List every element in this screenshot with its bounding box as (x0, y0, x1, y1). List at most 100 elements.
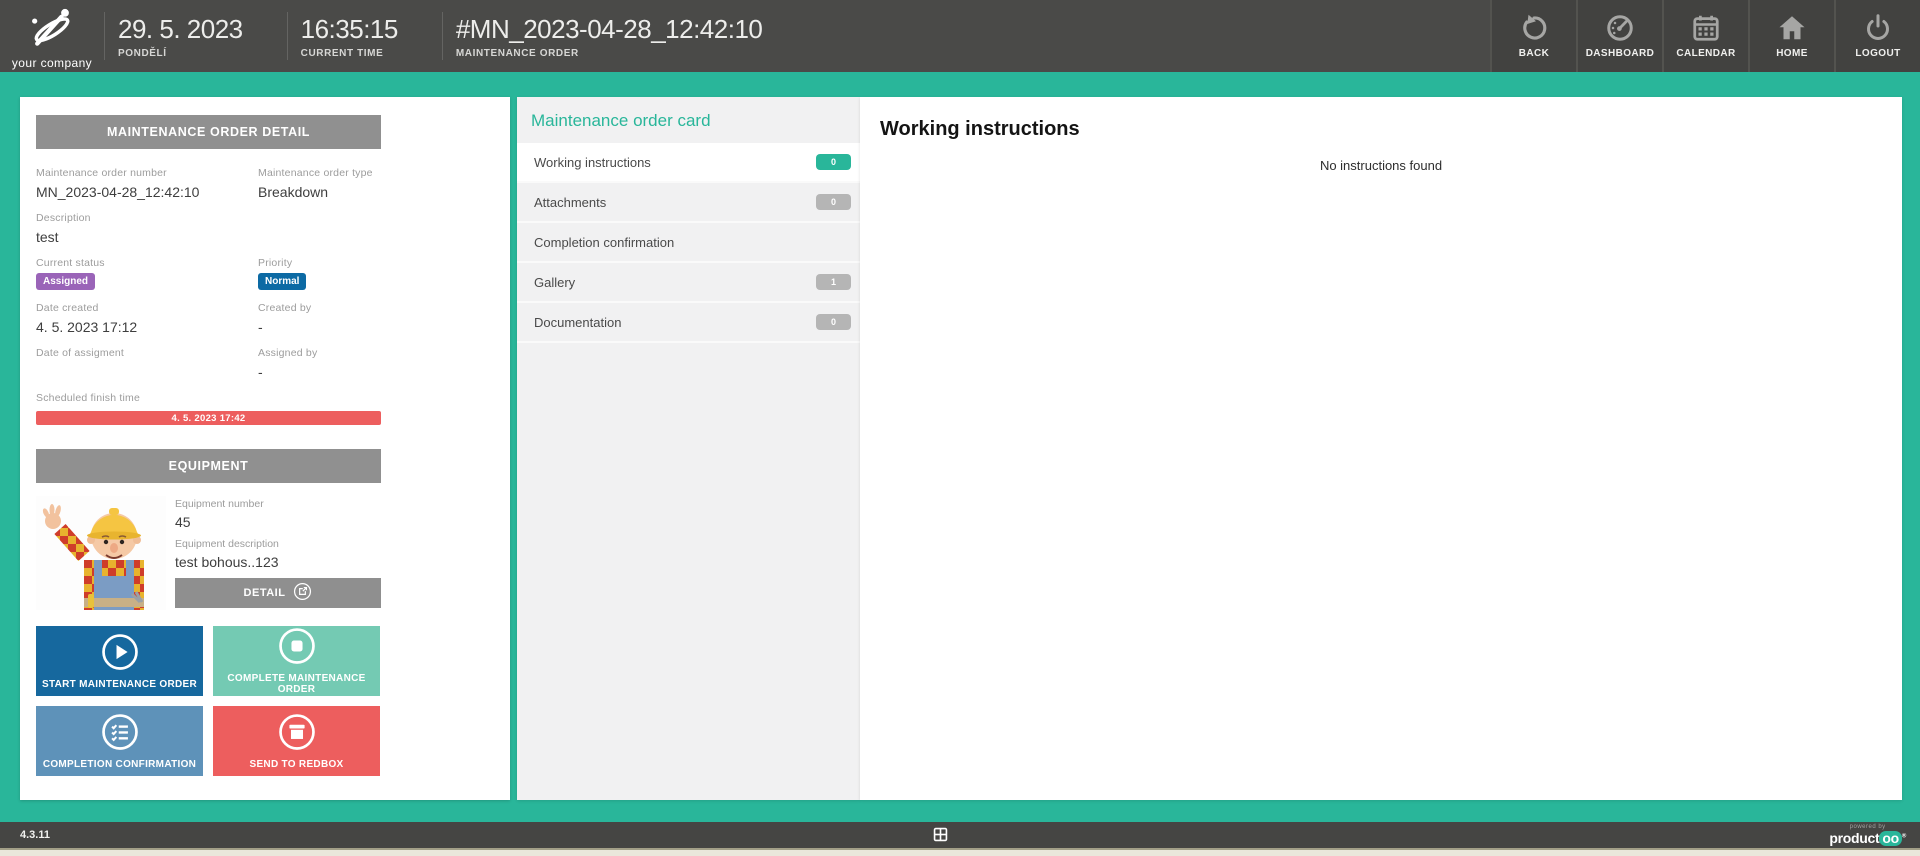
equipment-section-header: EQUIPMENT (36, 449, 381, 483)
header-order-block: #MN_2023-04-28_12:42:10 MAINTENANCE ORDE… (443, 0, 807, 72)
dashboard-label: DASHBOARD (1586, 48, 1655, 59)
equipment-number-value: 45 (175, 514, 381, 530)
back-button[interactable]: BACK (1490, 0, 1576, 72)
field-order-number: Maintenance order number MN_2023-04-28_1… (36, 167, 258, 200)
status-badge: Assigned (36, 273, 95, 290)
company-logo-icon (26, 7, 78, 54)
field-description: Description test (36, 212, 381, 245)
completion-confirmation-button[interactable]: COMPLETION CONFIRMATION (36, 706, 203, 776)
empty-message: No instructions found (860, 158, 1902, 173)
calendar-button[interactable]: CALENDAR (1662, 0, 1748, 72)
tab-label: Attachments (534, 195, 606, 210)
field-label: Created by (258, 302, 381, 314)
tab-working-instructions[interactable]: Working instructions 0 (517, 143, 860, 183)
calendar-label: CALENDAR (1676, 48, 1735, 59)
equipment-number-label: Equipment number (175, 498, 381, 510)
field-label: Current status (36, 257, 258, 269)
field-value: test (36, 229, 381, 245)
action-label: START MAINTENANCE ORDER (42, 679, 197, 690)
tab-label: Gallery (534, 275, 575, 290)
checklist-icon (101, 713, 139, 754)
header-date-block: 29. 5. 2023 PONDĚLÍ (105, 0, 287, 72)
field-value: MN_2023-04-28_12:42:10 (36, 184, 258, 200)
complete-maintenance-order-button[interactable]: COMPLETE MAINTENANCE ORDER (213, 626, 380, 696)
back-label: BACK (1519, 48, 1550, 59)
action-label: COMPLETION CONFIRMATION (43, 759, 196, 770)
action-label: SEND TO REDBOX (249, 759, 343, 770)
field-value: Breakdown (258, 184, 381, 200)
tab-attachments[interactable]: Attachments 0 (517, 183, 860, 223)
tab-documentation[interactable]: Documentation 0 (517, 303, 860, 343)
tab-label: Documentation (534, 315, 621, 330)
stop-icon (278, 627, 316, 668)
field-label: Date created (36, 302, 258, 314)
tab-label: Working instructions (534, 155, 651, 170)
tab-count-badge: 1 (816, 274, 851, 290)
company-logo: your company (0, 0, 104, 72)
tab-gallery[interactable]: Gallery 1 (517, 263, 860, 303)
scheduled-finish-bar: 4. 5. 2023 17:42 (36, 411, 381, 425)
order-detail-section-header: MAINTENANCE ORDER DETAIL (36, 115, 381, 149)
field-label: Assigned by (258, 347, 381, 359)
field-date-of-assigment: Date of assigment (36, 347, 258, 380)
header-time-block: 16:35:15 CURRENT TIME (288, 0, 442, 72)
dashboard-icon (1605, 13, 1635, 43)
equipment-photo (36, 496, 166, 610)
tab-count-badge: 0 (816, 154, 851, 170)
equipment-description-label: Equipment description (175, 538, 381, 550)
header-time-label: CURRENT TIME (301, 48, 398, 59)
priority-badge: Normal (258, 273, 306, 290)
field-label: Priority (258, 257, 381, 269)
redbox-icon (278, 713, 316, 754)
field-created-by: Created by - (258, 302, 381, 335)
action-label: COMPLETE MAINTENANCE ORDER (213, 673, 380, 695)
field-label: Date of assigment (36, 347, 258, 359)
play-icon (101, 633, 139, 674)
back-icon (1519, 13, 1549, 43)
logout-label: LOGOUT (1855, 48, 1900, 59)
home-button[interactable]: HOME (1748, 0, 1834, 72)
header-order-label: MAINTENANCE ORDER (456, 48, 763, 59)
field-label: Maintenance order number (36, 167, 258, 179)
top-header: your company 29. 5. 2023 PONDĚLÍ 16:35:1… (0, 0, 1920, 72)
dashboard-button[interactable]: DASHBOARD (1576, 0, 1662, 72)
field-value (36, 364, 258, 380)
content-title: Working instructions (860, 97, 1902, 141)
field-current-status: Current status Assigned (36, 257, 258, 290)
header-order-number: #MN_2023-04-28_12:42:10 (456, 14, 763, 44)
tab-completion-confirmation[interactable]: Completion confirmation (517, 223, 860, 263)
tab-count-badge: 0 (816, 194, 851, 210)
home-label: HOME (1776, 48, 1808, 59)
logout-icon (1863, 13, 1893, 43)
header-time: 16:35:15 (301, 14, 398, 44)
equipment-detail-button[interactable]: DETAIL (175, 578, 381, 608)
footer-bar: 4.3.11 powered by productoo® (0, 822, 1920, 848)
send-to-redbox-button[interactable]: SEND TO REDBOX (213, 706, 380, 776)
field-value: 4. 5. 2023 17:12 (36, 319, 258, 335)
productoo-wordmark: productoo® (1829, 830, 1906, 846)
company-logo-label: your company (12, 56, 92, 70)
header-day: PONDĚLÍ (118, 48, 243, 59)
calendar-icon (1691, 13, 1721, 43)
field-priority: Priority Normal (258, 257, 381, 290)
card-title: Maintenance order card (517, 97, 860, 143)
field-label: Maintenance order type (258, 167, 381, 179)
field-scheduled-finish: Scheduled finish time 4. 5. 2023 17:42 (36, 392, 381, 425)
grid-view-icon[interactable] (933, 827, 948, 847)
logout-button[interactable]: LOGOUT (1834, 0, 1920, 72)
field-value: - (258, 319, 381, 335)
footer-bottom-strip (0, 848, 1920, 856)
productoo-oo-mark: oo (1879, 831, 1902, 846)
tab-label: Completion confirmation (534, 235, 674, 250)
equipment-description-value: test bohous..123 (175, 554, 381, 570)
external-link-icon (293, 582, 312, 604)
start-maintenance-order-button[interactable]: START MAINTENANCE ORDER (36, 626, 203, 696)
field-label: Scheduled finish time (36, 392, 381, 404)
maintenance-order-card-panel: Maintenance order card Working instructi… (517, 97, 860, 800)
tab-count-badge: 0 (816, 314, 851, 330)
home-icon (1777, 13, 1807, 43)
field-label: Description (36, 212, 381, 224)
header-date: 29. 5. 2023 (118, 14, 243, 44)
field-assigned-by: Assigned by - (258, 347, 381, 380)
version-label: 4.3.11 (20, 829, 50, 841)
